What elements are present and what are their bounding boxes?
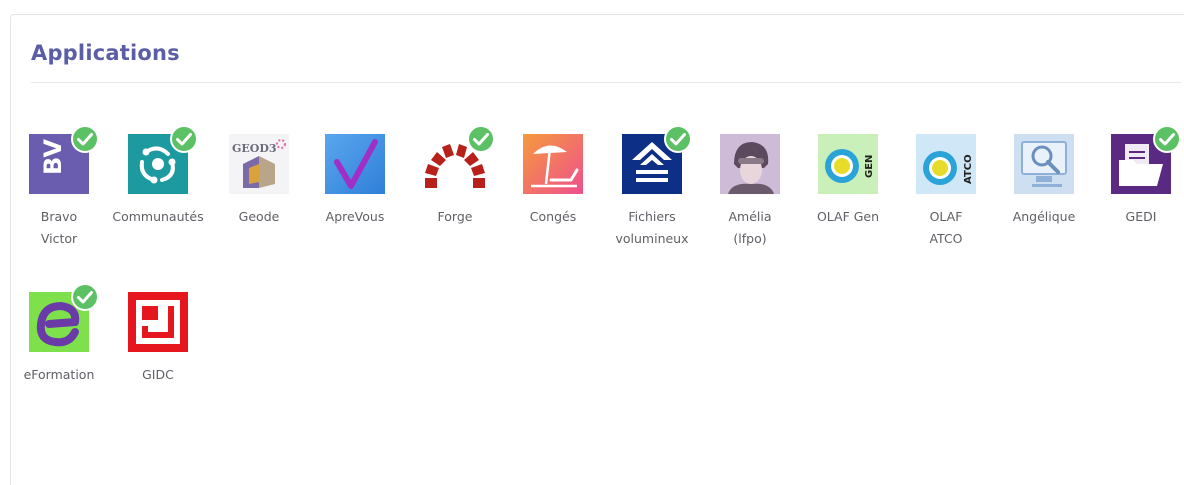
app-label: eFormation <box>23 367 95 382</box>
angelique-search-logo-icon <box>1014 134 1074 194</box>
app-label: Communautés <box>112 209 204 224</box>
app-label: GEDI <box>1125 209 1157 224</box>
app-tile-communautes[interactable]: Communautés <box>109 125 207 228</box>
app-tile-bravo-victor[interactable]: BV Bravo Victor <box>10 125 108 250</box>
gidc-logo-icon <box>128 292 188 352</box>
app-tile-angelique[interactable]: Angélique <box>995 134 1093 228</box>
installed-check-icon <box>71 283 99 311</box>
installed-check-icon <box>170 125 198 153</box>
app-label: ApreVous <box>325 209 385 224</box>
app-label: OLAF ATCO <box>929 209 963 246</box>
app-label: Geode <box>238 209 280 224</box>
olaf-atco-logo-icon: ATCO <box>916 134 976 194</box>
installed-check-icon <box>1153 125 1181 153</box>
app-tile-geode[interactable]: GEOD3 Geode <box>210 134 308 228</box>
app-label: OLAF Gen <box>816 209 880 224</box>
app-label: Amélia (lfpo) <box>728 209 772 246</box>
app-label: Bravo Victor <box>40 209 78 246</box>
app-tile-amelia[interactable]: Amélia (lfpo) <box>701 134 799 250</box>
olaf-gen-logo-icon: GEN <box>818 134 878 194</box>
app-label: Angélique <box>1012 209 1076 224</box>
title-divider <box>31 82 1181 83</box>
app-label: GIDC <box>142 367 174 382</box>
aprevous-checkmark-logo-icon <box>325 134 385 194</box>
amelia-portrait-logo-icon <box>720 134 780 194</box>
app-tile-gedi[interactable]: GEDI <box>1092 125 1184 228</box>
svg-text:BV: BV <box>39 139 67 175</box>
app-tile-olaf-gen[interactable]: GEN OLAF Gen <box>799 134 897 228</box>
app-label: Congés <box>529 209 577 224</box>
app-tile-olaf-atco[interactable]: ATCO OLAF ATCO <box>897 134 995 250</box>
app-tile-conges[interactable]: Congés <box>504 134 602 228</box>
installed-check-icon <box>467 125 495 153</box>
installed-check-icon <box>71 125 99 153</box>
applications-panel: Applications <box>10 14 1184 485</box>
app-label: Fichiers volumineux <box>615 209 689 246</box>
conges-beach-logo-icon <box>523 134 583 194</box>
geode-logo-icon: GEOD3 <box>229 134 289 194</box>
app-tile-gidc[interactable]: GIDC <box>109 292 207 386</box>
app-tile-eformation[interactable]: eFormation <box>10 283 108 386</box>
installed-check-icon <box>664 125 692 153</box>
app-label: Forge <box>437 209 473 224</box>
app-tile-fichiers-volumineux[interactable]: Fichiers volumineux <box>603 125 701 250</box>
app-tile-aprevous[interactable]: ApreVous <box>306 134 404 228</box>
olaf-gen-logo-text: GEN <box>864 155 875 178</box>
olaf-atco-logo-text: ATCO <box>963 154 974 184</box>
app-tile-forge[interactable]: Forge <box>406 125 504 228</box>
page-title: Applications <box>31 41 180 65</box>
geode-logo-text: GEOD3 <box>232 142 277 155</box>
